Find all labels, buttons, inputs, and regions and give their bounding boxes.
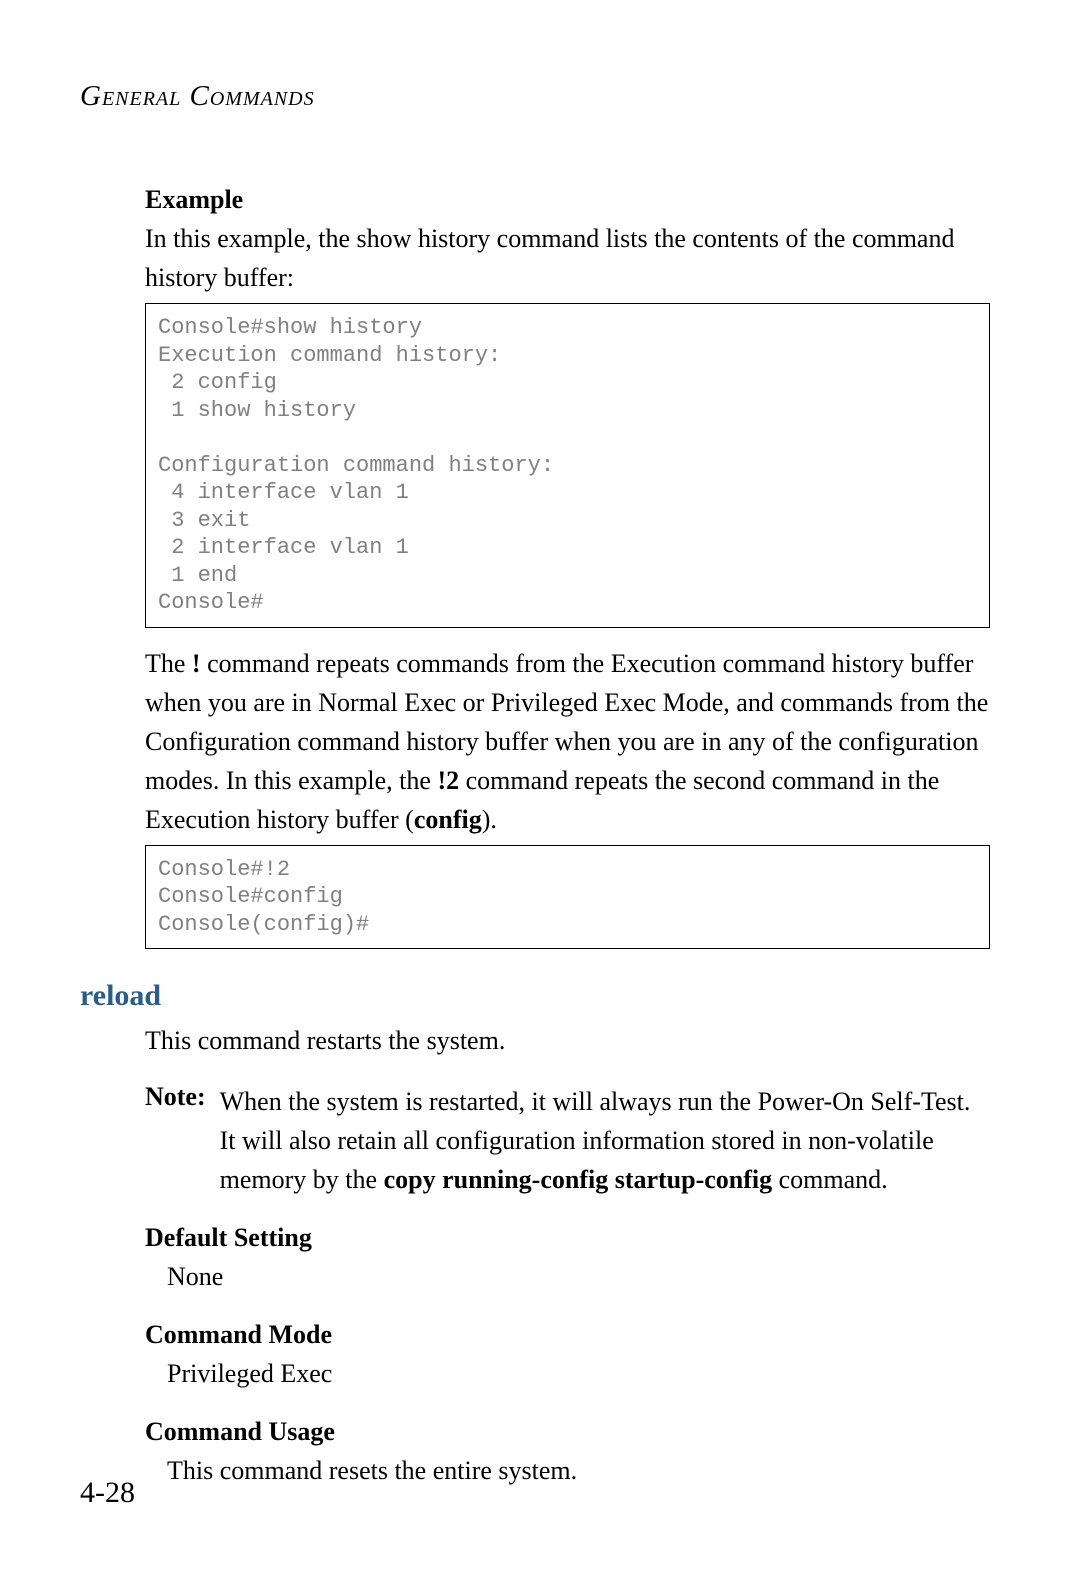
page: General Commands Example In this example… <box>0 0 1080 1570</box>
text-fragment: The <box>145 649 192 678</box>
example-heading: Example <box>145 185 990 215</box>
config-word: config <box>414 805 482 834</box>
reload-content: This command restarts the system. Note: … <box>145 1021 990 1490</box>
command-usage-value: This command resets the entire system. <box>167 1451 990 1490</box>
reload-heading: reload <box>80 979 990 1013</box>
copy-cmd: copy running-config startup-config <box>384 1165 773 1194</box>
note-block: Note: When the system is restarted, it w… <box>145 1082 990 1199</box>
example-intro: In this example, the show history comman… <box>145 219 990 297</box>
text-fragment: ). <box>482 805 497 834</box>
bang2-cmd: !2 <box>437 766 459 795</box>
page-number: 4-28 <box>80 1476 135 1510</box>
note-body: When the system is restarted, it will al… <box>220 1082 990 1199</box>
code-block-show-history: Console#show history Execution command h… <box>145 303 990 628</box>
running-head: General Commands <box>80 80 990 113</box>
text-fragment: command. <box>772 1165 888 1194</box>
reload-intro: This command restarts the system. <box>145 1021 990 1060</box>
code-block-bang2: Console#!2 Console#config Console(config… <box>145 845 990 950</box>
bang-command-paragraph: The ! command repeats commands from the … <box>145 644 990 839</box>
default-setting-heading: Default Setting <box>145 1223 990 1253</box>
command-usage-heading: Command Usage <box>145 1417 990 1447</box>
bang-cmd: ! <box>192 649 201 678</box>
note-label: Note: <box>145 1082 220 1199</box>
command-mode-heading: Command Mode <box>145 1320 990 1350</box>
main-content: Example In this example, the show histor… <box>145 185 990 949</box>
command-mode-value: Privileged Exec <box>167 1354 990 1393</box>
default-setting-value: None <box>167 1257 990 1296</box>
